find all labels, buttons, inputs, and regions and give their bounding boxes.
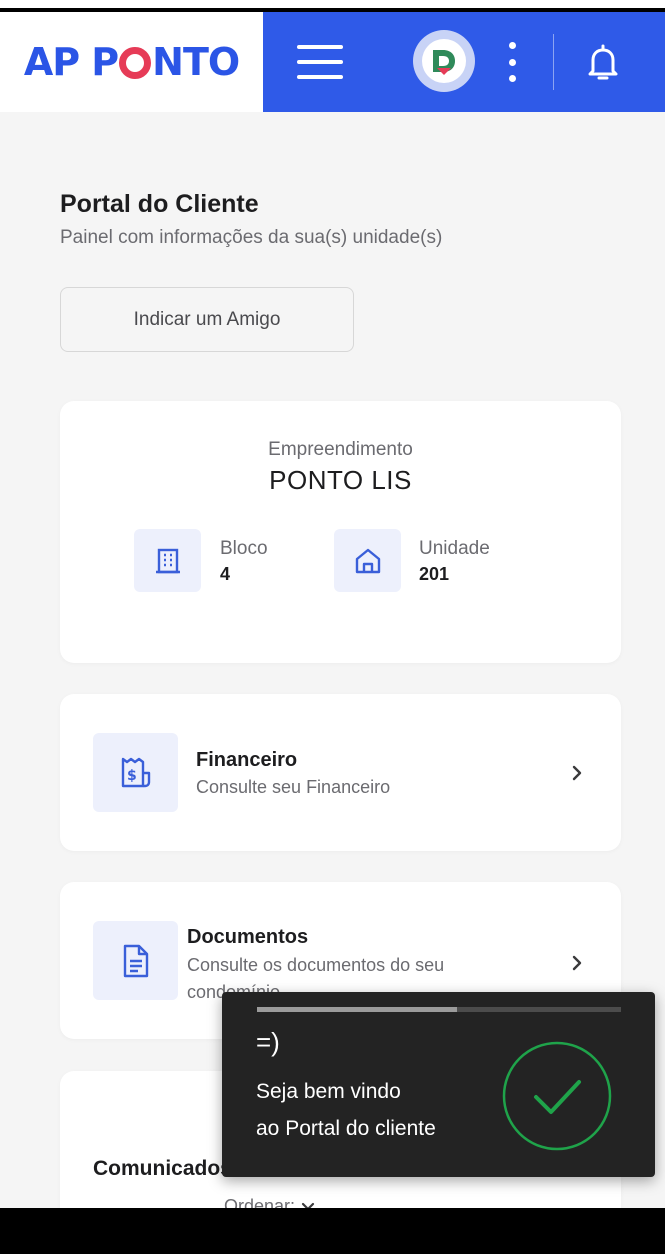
comunicados-title: Comunicados [93, 1157, 232, 1180]
logo-wordmark: AP P NTO [23, 40, 240, 84]
more-options-icon[interactable] [507, 42, 517, 82]
bloco-value: 4 [220, 564, 231, 584]
chevron-right-icon [572, 765, 582, 781]
indicate-friend-button[interactable]: Indicar um Amigo [60, 287, 354, 352]
financeiro-subtitle: Consulte seu Financeiro [196, 777, 391, 797]
success-check-icon [502, 1041, 612, 1151]
toast-progress-track [257, 1007, 621, 1012]
toast-line-1: Seja bem vindo [256, 1080, 401, 1103]
empreendimento-name: PONTO LIS [269, 465, 412, 495]
logo-text-right: NTO [152, 40, 240, 84]
chevron-right-icon [572, 955, 582, 971]
page-title: Portal do Cliente [60, 190, 259, 218]
documentos-title: Documentos [187, 926, 309, 948]
empreendimento-label: Empreendimento [268, 439, 413, 460]
app-header: AP P NTO [0, 12, 665, 112]
menu-hamburger-icon[interactable] [297, 45, 343, 79]
logo-o-mark-icon [119, 47, 152, 79]
header-bar [263, 12, 665, 112]
financeiro-title: Financeiro [196, 749, 298, 771]
system-nav-bar [0, 1208, 665, 1254]
notifications-bell-icon[interactable] [585, 42, 621, 82]
unidade-value: 201 [419, 564, 450, 584]
svg-text:$: $ [127, 768, 137, 784]
empreendimento-card: Empreendimento PONTO LIS Bloco 4 Unidade… [60, 401, 621, 663]
receipt-money-icon: $ [93, 733, 178, 812]
home-icon [334, 529, 401, 592]
logo-text-left: AP P [23, 40, 119, 84]
document-icon [93, 921, 178, 1000]
bloco-label: Bloco [220, 538, 268, 559]
toast-line-2: ao Portal do cliente [256, 1117, 436, 1140]
avatar-logo-icon [422, 39, 466, 83]
page-subtitle: Painel com informações da sua(s) unidade… [60, 227, 443, 248]
toast-progress-fill [257, 1007, 458, 1012]
status-strip [0, 0, 665, 12]
building-icon [134, 529, 201, 592]
logo[interactable]: AP P NTO [0, 12, 263, 112]
header-divider [553, 34, 554, 90]
welcome-toast[interactable]: =) Seja bem vindo ao Portal do cliente [222, 992, 655, 1177]
avatar[interactable] [413, 30, 475, 92]
financeiro-card[interactable]: $ Financeiro Consulte seu Financeiro [60, 694, 621, 851]
toast-emoji: =) [256, 1027, 280, 1057]
unidade-label: Unidade [419, 538, 490, 559]
